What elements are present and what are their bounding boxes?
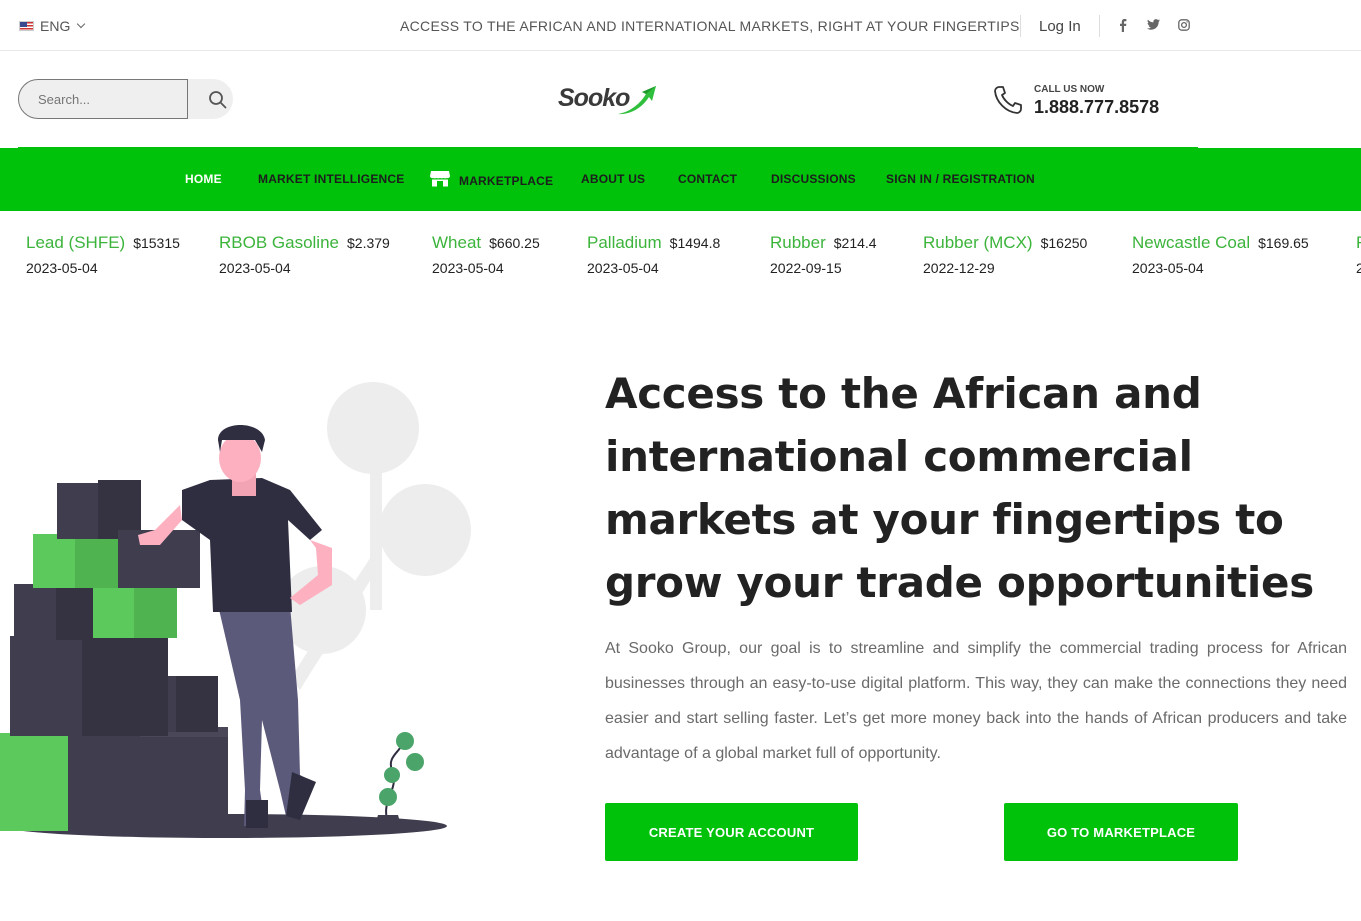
go-to-marketplace-button[interactable]: GO TO MARKETPLACE: [1004, 803, 1238, 861]
ticker-item[interactable]: RBOB Gasoline $2.379 2023-05-04: [219, 233, 390, 276]
top-tagline: ACCESS TO THE AFRICAN AND INTERNATIONAL …: [400, 18, 1020, 34]
divider: [1020, 15, 1021, 37]
phone-number[interactable]: 1.888.777.8578: [1034, 97, 1159, 118]
site-logo[interactable]: Sooko: [558, 80, 658, 118]
commodity-ticker: Lead (SHFE) $15315 2023-05-04 RBOB Gasoli…: [0, 211, 1361, 291]
search-input[interactable]: [18, 79, 188, 119]
phone-icon: [992, 84, 1024, 116]
chevron-down-icon: [77, 19, 86, 29]
commodity-name: Palladium: [587, 233, 662, 252]
store-icon: [430, 170, 450, 187]
ticker-item[interactable]: Wheat $660.25 2023-05-04: [432, 233, 540, 276]
commodity-price: $16250: [1040, 235, 1088, 251]
commodity-price: $660.25: [489, 235, 540, 251]
call-label: CALL US NOW: [1034, 84, 1105, 95]
nav-marketplace[interactable]: MARKETPLACE: [459, 174, 553, 188]
nav-contact[interactable]: CONTACT: [678, 172, 737, 186]
commodity-price: $214.4: [833, 235, 877, 251]
instagram-icon[interactable]: [1178, 19, 1190, 34]
main-nav: HOME MARKET INTELLIGENCE MARKETPLACE ABO…: [0, 148, 1361, 211]
commodity-name: Rubber (MCX): [923, 233, 1033, 252]
commodity-date: 2: [1356, 260, 1361, 276]
commodity-name: Lead (SHFE): [26, 233, 126, 252]
ticker-item[interactable]: R 2: [1356, 233, 1361, 276]
commodity-price: $1494.8: [669, 235, 721, 251]
commodity-price: $169.65: [1258, 235, 1309, 251]
commodity-name: Newcastle Coal: [1132, 233, 1251, 252]
commodity-date: 2023-05-04: [26, 260, 98, 276]
nav-discussions[interactable]: DISCUSSIONS: [771, 172, 856, 186]
commodity-date: 2022-12-29: [923, 260, 995, 276]
search-icon[interactable]: [207, 89, 229, 111]
commodity-date: 2023-05-04: [587, 260, 659, 276]
logo-swoosh-icon: [618, 86, 656, 115]
commodity-date: 2023-05-04: [219, 260, 291, 276]
commodity-price: $2.379: [347, 235, 390, 251]
language-selector[interactable]: ENG: [19, 18, 86, 34]
commodity-name: R: [1356, 233, 1361, 252]
ticker-item[interactable]: Rubber $214.4 2022-09-15: [770, 233, 877, 276]
facebook-icon[interactable]: [1119, 19, 1127, 35]
nav-about-us[interactable]: ABOUT US: [581, 172, 645, 186]
commodity-name: Rubber: [770, 233, 826, 252]
commodity-date: 2023-05-04: [432, 260, 504, 276]
ticker-item[interactable]: Palladium $1494.8 2023-05-04: [587, 233, 720, 276]
hero-title: Access to the African and international …: [605, 369, 1314, 607]
search-bar: [18, 79, 233, 119]
nav-home[interactable]: HOME: [185, 172, 222, 186]
us-flag-icon: [19, 21, 34, 31]
login-link[interactable]: Log In: [1039, 18, 1081, 35]
create-account-button[interactable]: CREATE YOUR ACCOUNT: [605, 803, 858, 861]
hero-illustration: [0, 382, 471, 838]
nav-sign-in-registration[interactable]: SIGN IN / REGISTRATION: [886, 172, 1035, 186]
commodity-date: 2022-09-15: [770, 260, 842, 276]
top-bar: ENG ACCESS TO THE AFRICAN AND INTERNATIO…: [0, 0, 1361, 51]
twitter-icon[interactable]: [1147, 19, 1160, 33]
ticker-item[interactable]: Rubber (MCX) $16250 2022-12-29: [923, 233, 1087, 276]
nav-market-intelligence[interactable]: MARKET INTELLIGENCE: [258, 172, 404, 186]
ticker-item[interactable]: Lead (SHFE) $15315 2023-05-04: [26, 233, 180, 276]
commodity-name: Wheat: [432, 233, 482, 252]
commodity-name: RBOB Gasoline: [219, 233, 339, 252]
hero-description: At Sooko Group, our goal is to streamlin…: [605, 640, 1347, 762]
ticker-item[interactable]: Newcastle Coal $169.65 2023-05-04: [1132, 233, 1309, 276]
commodity-date: 2023-05-04: [1132, 260, 1204, 276]
language-label: ENG: [40, 18, 71, 34]
commodity-price: $15315: [133, 235, 180, 251]
divider: [1099, 15, 1100, 37]
